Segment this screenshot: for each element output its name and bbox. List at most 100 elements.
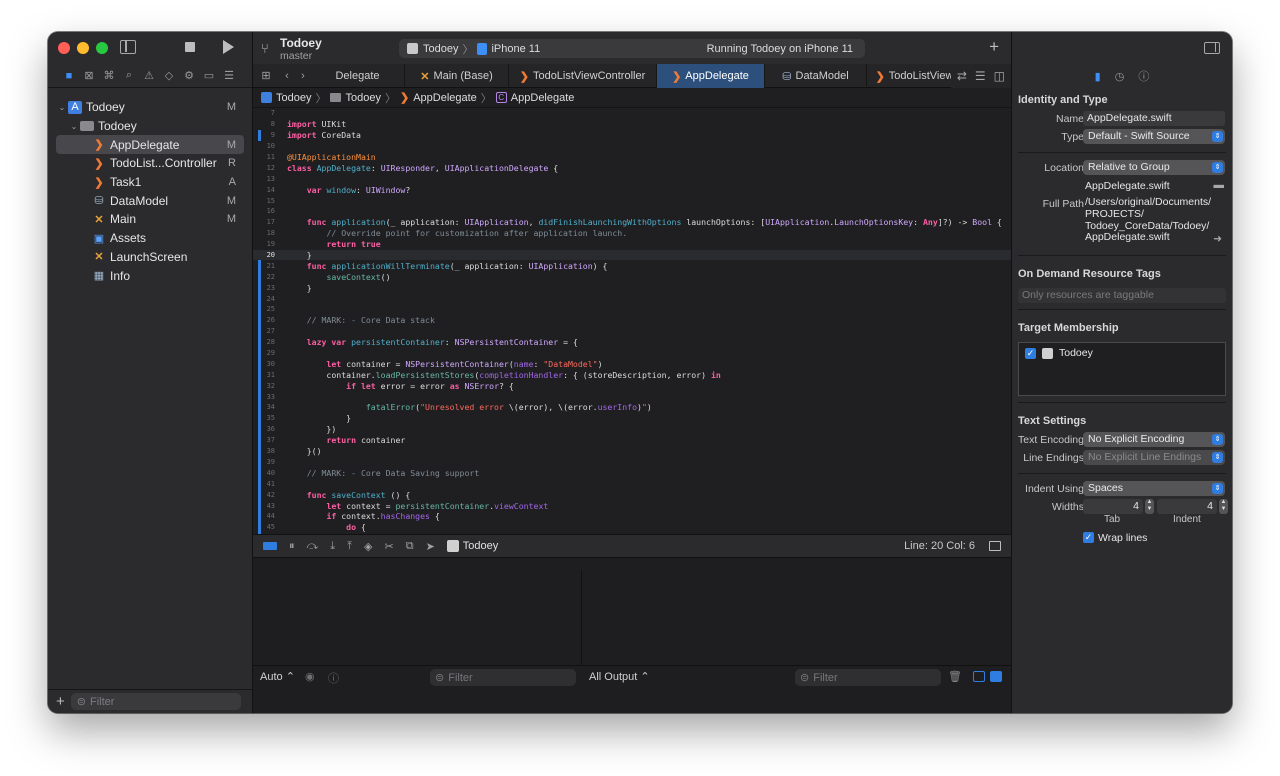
change-bar[interactable]	[258, 271, 261, 283]
show-console-icon[interactable]	[990, 671, 1002, 682]
symbol-icon[interactable]: ⌘	[102, 69, 116, 82]
code-line[interactable]: 18 // Override point for customization a…	[253, 228, 1011, 239]
code-line[interactable]: 21 func applicationWillTerminate(_ appli…	[253, 260, 1011, 272]
code-line[interactable]: 36 })	[253, 423, 1011, 435]
jumpbar-group[interactable]: Todoey	[345, 92, 380, 104]
variables-scope-popup[interactable]: Auto ⌃	[260, 670, 295, 683]
tab-width-field[interactable]: 4	[1083, 499, 1143, 514]
indent-width-field[interactable]: 4	[1157, 499, 1217, 514]
tree-item[interactable]: ⌄ A Todoey M	[56, 98, 244, 117]
code-line[interactable]: 42 func saveContext () {	[253, 489, 1011, 501]
tree-item[interactable]: ✕ Main M	[56, 210, 244, 229]
trash-icon[interactable]: 🗑	[948, 670, 962, 683]
change-bar[interactable]	[258, 358, 261, 370]
code-line[interactable]: 35 }	[253, 412, 1011, 424]
code-line[interactable]: 16	[253, 206, 1011, 217]
jumpbar-file[interactable]: AppDelegate	[413, 92, 477, 104]
stop-button[interactable]	[185, 42, 195, 52]
code-line[interactable]: 11 @UIApplicationMain	[253, 152, 1011, 163]
code-line[interactable]: 15	[253, 195, 1011, 206]
change-bar[interactable]	[258, 282, 261, 294]
code-line[interactable]: 43 let context = persistentContainer.vie…	[253, 500, 1011, 511]
code-line[interactable]: 44 if context.hasChanges {	[253, 510, 1011, 522]
jumpbar-project[interactable]: Todoey	[276, 92, 311, 104]
editor-tab[interactable]: ❯ TodoListView	[867, 64, 963, 88]
jumpbar-symbol[interactable]: AppDelegate	[511, 92, 575, 104]
split-editor-icon[interactable]: ◫	[994, 69, 1005, 83]
code-line[interactable]: 7	[253, 108, 1011, 119]
change-bar[interactable]	[258, 336, 261, 348]
change-bar[interactable]	[258, 325, 261, 337]
add-icon[interactable]: +	[56, 693, 65, 710]
encoding-popup[interactable]: No Explicit Encoding ⇕	[1083, 432, 1225, 447]
code-line[interactable]: 10	[253, 141, 1011, 152]
navigator-filter-input[interactable]: ⊜ Filter	[70, 693, 241, 710]
change-bar[interactable]	[258, 434, 261, 446]
search-icon[interactable]: ⌕	[122, 69, 136, 82]
change-bar[interactable]	[258, 402, 261, 413]
step-over-icon[interactable]: ⤼	[307, 540, 319, 553]
code-line[interactable]: 17 func application(_ application: UIApp…	[253, 217, 1011, 228]
code-line[interactable]: 37 return container	[253, 434, 1011, 446]
activity-view[interactable]: Todoey 〉 iPhone 11 Running Todoey on iPh…	[399, 39, 865, 58]
editor-tab[interactable]: ⛁ DataModel	[765, 64, 867, 88]
change-bar[interactable]	[258, 314, 261, 326]
location-icon[interactable]: ➤	[426, 540, 435, 553]
tree-item[interactable]: ⛁ DataModel M	[56, 191, 244, 210]
sidebar-toggle-icon[interactable]	[120, 40, 136, 54]
change-bar[interactable]	[258, 423, 261, 435]
change-bar[interactable]	[258, 412, 261, 424]
memory-graph-icon[interactable]: ✂	[384, 540, 393, 553]
folder-icon[interactable]: ▬	[1214, 179, 1225, 191]
editor-options-icon[interactable]: ☰	[975, 69, 986, 83]
change-bar[interactable]	[258, 510, 261, 522]
code-line[interactable]: 45 do {	[253, 521, 1011, 533]
change-bar[interactable]	[258, 456, 261, 468]
breakpoint-icon[interactable]: ▭	[202, 69, 216, 82]
code-line[interactable]: 29	[253, 347, 1011, 359]
grid-icon[interactable]: ⊞	[253, 64, 279, 87]
editor-tab[interactable]: ✕ Main (Base)	[405, 64, 509, 88]
minimize-window-button[interactable]	[77, 42, 89, 54]
forward-icon[interactable]: ›	[295, 64, 311, 87]
info-icon[interactable]: ⓘ	[328, 670, 339, 686]
report-icon[interactable]: ☰	[222, 69, 236, 82]
editor-tab[interactable]: ❯ AppDelegate	[657, 64, 765, 88]
code-line[interactable]: 27	[253, 325, 1011, 337]
eye-icon[interactable]: ◉	[305, 670, 315, 683]
location-popup[interactable]: Relative to Group ⇕	[1083, 160, 1225, 175]
close-window-button[interactable]	[58, 42, 70, 54]
back-icon[interactable]: ‹	[279, 64, 295, 87]
code-line[interactable]: 22 saveContext()	[253, 271, 1011, 283]
related-items-icon[interactable]: ⇄	[957, 69, 967, 83]
code-line[interactable]: 26 // MARK: - Core Data stack	[253, 314, 1011, 326]
breakpoints-toggle-icon[interactable]	[263, 542, 277, 550]
change-bar[interactable]	[258, 467, 261, 479]
reveal-arrow-icon[interactable]: ➜	[1213, 233, 1222, 245]
pause-icon[interactable]: ⏸	[289, 540, 295, 553]
help-inspector-icon[interactable]: ⓘ	[1138, 68, 1149, 84]
target-row[interactable]: ✓ Todoey	[1025, 347, 1219, 359]
code-line[interactable]: 13	[253, 173, 1011, 184]
indent-popup[interactable]: Spaces ⇕	[1083, 481, 1225, 496]
line-endings-popup[interactable]: No Explicit Line Endings ⇕	[1083, 450, 1225, 465]
code-line[interactable]: 40 // MARK: - Core Data Saving support	[253, 467, 1011, 479]
change-bar[interactable]	[258, 347, 261, 359]
code-line[interactable]: 41	[253, 478, 1011, 490]
change-bar[interactable]	[258, 500, 261, 511]
hide-debug-area-icon[interactable]	[989, 541, 1001, 551]
tree-item[interactable]: ❯ TodoList...Controller R	[56, 154, 244, 173]
code-line[interactable]: 31 container.loadPersistentStores(comple…	[253, 369, 1011, 381]
show-variables-icon[interactable]	[973, 671, 985, 682]
console-filter-input[interactable]: ⊜ Filter	[795, 669, 941, 686]
code-line[interactable]: 8 import UIKit	[253, 119, 1011, 130]
source-control-icon[interactable]: ⊠	[82, 69, 96, 82]
code-line[interactable]: 9 import CoreData	[253, 129, 1011, 141]
step-into-icon[interactable]: ⤓	[330, 540, 335, 553]
code-line[interactable]: 28 lazy var persistentContainer: NSPersi…	[253, 336, 1011, 348]
change-bar[interactable]	[258, 129, 261, 141]
editor-tab[interactable]: ❯ TodoListViewController	[509, 64, 657, 88]
checkbox-checked[interactable]: ✓	[1025, 347, 1036, 359]
change-bar[interactable]	[258, 391, 261, 403]
wrap-lines-checkbox[interactable]: ✓	[1083, 532, 1094, 543]
